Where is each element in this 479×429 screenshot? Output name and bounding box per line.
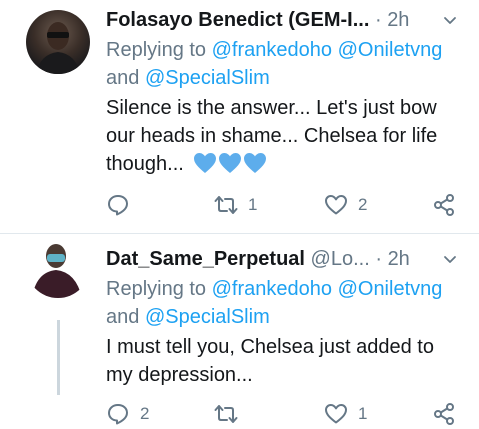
retweet-button[interactable]: 1	[214, 193, 257, 217]
reply-icon	[108, 404, 128, 425]
tweet-actions: 1 2	[106, 193, 466, 219]
replying-to-label: Replying to	[106, 278, 207, 300]
tweet-text-line: I must tell you, Chelsea just added to	[106, 336, 434, 358]
retweet-icon	[214, 196, 238, 214]
retweet-button[interactable]	[214, 402, 248, 426]
heart-icon	[325, 195, 347, 215]
display-name[interactable]: Folasayo Benedict (GEM-I...	[106, 9, 369, 31]
retweet-count: 1	[248, 195, 258, 214]
mention-link[interactable]: @SpecialSlim	[145, 306, 270, 328]
avatar-photo	[36, 22, 80, 74]
mention-link[interactable]: @frankedoho	[212, 39, 332, 61]
and-label: and	[106, 306, 140, 328]
timestamp[interactable]: 2h	[388, 248, 410, 270]
blue-hearts-emoji	[193, 152, 268, 182]
blue-heart-icon	[194, 153, 217, 173]
tweet-text-line: my depression...	[106, 364, 253, 386]
replying-to: Replying to @frankedoho @Oniletvng and @…	[106, 36, 442, 92]
tweet-text: Silence is the answer... Let's just bow …	[106, 94, 466, 182]
replying-to: Replying to @frankedoho @Oniletvng and @…	[106, 275, 442, 331]
tweet-actions: 2 1	[106, 402, 466, 428]
avatar[interactable]	[26, 10, 90, 74]
like-button[interactable]: 2	[324, 193, 367, 217]
and-label: and	[106, 67, 140, 89]
heart-icon	[325, 404, 347, 424]
replying-to-label: Replying to	[106, 39, 207, 61]
display-name[interactable]: Dat_Same_Perpetual	[106, 248, 305, 270]
like-count: 1	[358, 404, 368, 423]
chevron-down-icon[interactable]	[443, 14, 457, 28]
tweet-text-line: though...	[106, 153, 184, 175]
reply-button[interactable]	[106, 193, 140, 217]
blue-heart-icon	[244, 153, 267, 173]
like-button[interactable]: 1	[324, 402, 367, 426]
mention-link[interactable]: @Oniletvng	[338, 278, 443, 300]
tweet-2[interactable]: Dat_Same_Perpetual @Lo... · 2h Replying …	[0, 234, 479, 429]
tweet-header: Dat_Same_Perpetual @Lo... · 2h	[106, 247, 410, 271]
tweet-text: I must tell you, Chelsea just added to m…	[106, 333, 466, 389]
share-button[interactable]	[432, 402, 456, 426]
timestamp[interactable]: 2h	[387, 9, 409, 31]
tweet-header: Folasayo Benedict (GEM-I... · 2h	[106, 8, 409, 32]
share-icon	[434, 403, 454, 425]
share-icon	[434, 194, 454, 216]
blue-heart-icon	[219, 153, 242, 173]
reply-count: 2	[140, 404, 150, 423]
mention-link[interactable]: @SpecialSlim	[145, 67, 270, 89]
separator-dot: ·	[375, 248, 382, 270]
reply-icon	[108, 195, 128, 216]
mention-link[interactable]: @frankedoho	[212, 278, 332, 300]
like-count: 2	[358, 195, 368, 214]
user-handle[interactable]: @Lo...	[311, 248, 370, 270]
mention-link[interactable]: @Oniletvng	[338, 39, 443, 61]
tweet-1[interactable]: Folasayo Benedict (GEM-I... · 2h Replyin…	[0, 0, 479, 234]
chevron-down-icon[interactable]	[443, 253, 457, 267]
retweet-icon	[214, 405, 238, 423]
tweet-text-line: our heads in shame... Chelsea for life	[106, 125, 438, 147]
reply-button[interactable]: 2	[106, 402, 149, 426]
share-button[interactable]	[432, 193, 456, 217]
tweet-text-line: Silence is the answer... Let's just bow	[106, 97, 437, 119]
separator-dot: ·	[374, 9, 382, 31]
